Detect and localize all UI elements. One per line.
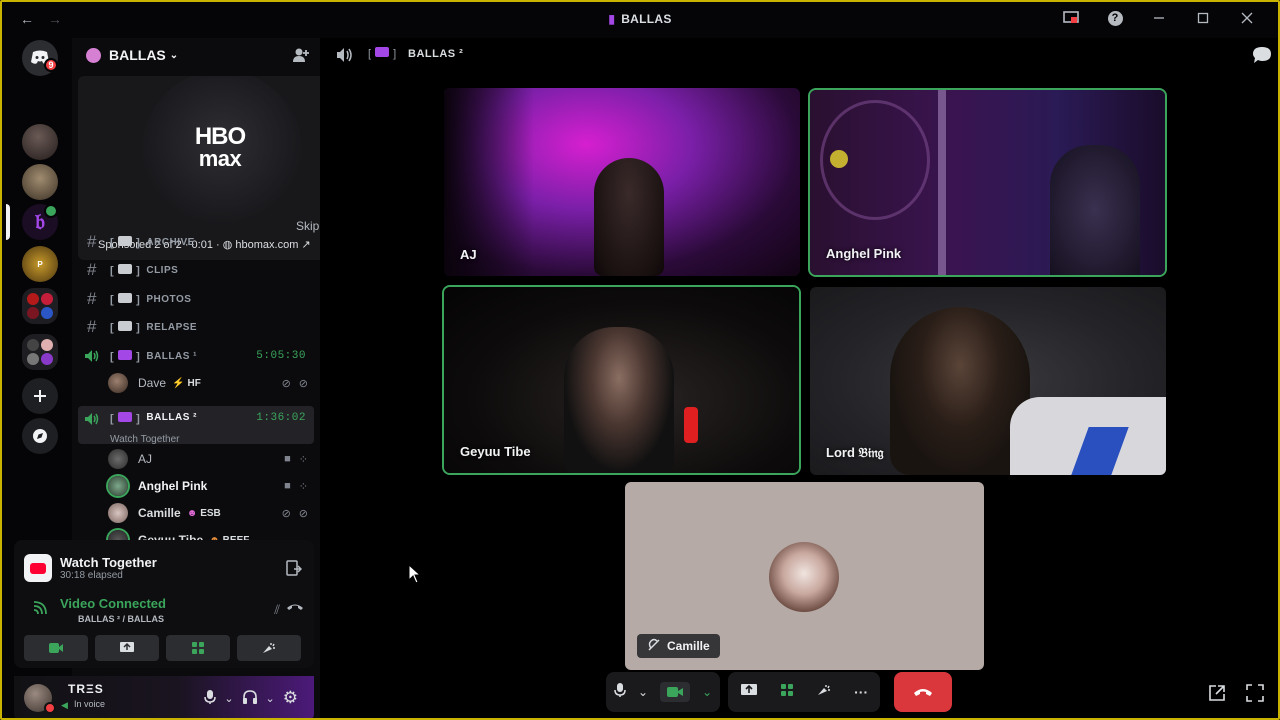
window-frame — [0, 0, 1280, 720]
